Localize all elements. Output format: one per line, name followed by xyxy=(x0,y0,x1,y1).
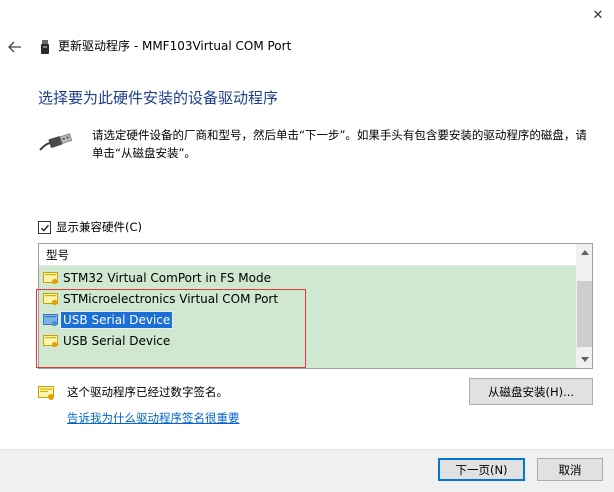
cancel-button[interactable]: 取消 xyxy=(537,458,603,481)
device-icon xyxy=(40,40,50,54)
list-item[interactable]: STMicroelectronics Virtual COM Port xyxy=(43,289,280,309)
column-header-model: 型号 xyxy=(46,248,69,262)
usb-plug-icon xyxy=(38,130,74,154)
certificate-icon xyxy=(43,335,58,348)
list-item-selected[interactable]: USB Serial Device xyxy=(43,310,174,330)
certificate-icon xyxy=(43,272,58,285)
close-button[interactable]: ✕ xyxy=(582,0,614,30)
chevron-down-icon xyxy=(580,357,589,362)
list-scrollbar[interactable] xyxy=(576,244,592,368)
show-compatible-checkbox[interactable]: 显示兼容硬件(C) xyxy=(38,219,142,235)
instruction-text: 请选定硬件设备的厂商和型号，然后单击“下一步”。如果手头有包含要安装的驱动程序的… xyxy=(92,128,587,160)
checkbox-box[interactable] xyxy=(38,220,51,234)
model-list[interactable]: 型号 STM32 Virtual ComPort in FS Mode STMi… xyxy=(38,243,593,369)
signature-status-text: 这个驱动程序已经过数字签名。 xyxy=(67,385,228,399)
list-header: 型号 xyxy=(39,244,576,266)
scroll-thumb[interactable] xyxy=(577,281,592,347)
back-arrow-icon xyxy=(8,41,21,53)
scroll-down-button[interactable] xyxy=(576,351,592,368)
chevron-up-icon xyxy=(580,250,589,255)
page-heading: 选择要为此硬件安装的设备驱动程序 xyxy=(38,89,279,107)
signed-driver-icon xyxy=(38,385,56,401)
certificate-icon xyxy=(43,314,58,327)
scroll-up-button[interactable] xyxy=(576,244,592,261)
certificate-icon xyxy=(43,293,58,306)
back-button[interactable] xyxy=(6,38,24,56)
have-disk-button[interactable]: 从磁盘安装(H)... xyxy=(469,378,593,405)
close-icon: ✕ xyxy=(592,7,604,23)
list-item[interactable]: USB Serial Device xyxy=(43,331,172,351)
signature-info-link[interactable]: 告诉我为什么驱动程序签名很重要 xyxy=(67,410,240,426)
checkmark-icon xyxy=(40,224,50,232)
window-title: 更新驱动程序 - MMF103Virtual COM Port xyxy=(58,39,292,53)
list-item[interactable]: STM32 Virtual ComPort in FS Mode xyxy=(43,268,273,288)
next-button[interactable]: 下一页(N) xyxy=(438,458,525,481)
show-compatible-label: 显示兼容硬件(C) xyxy=(56,220,143,234)
